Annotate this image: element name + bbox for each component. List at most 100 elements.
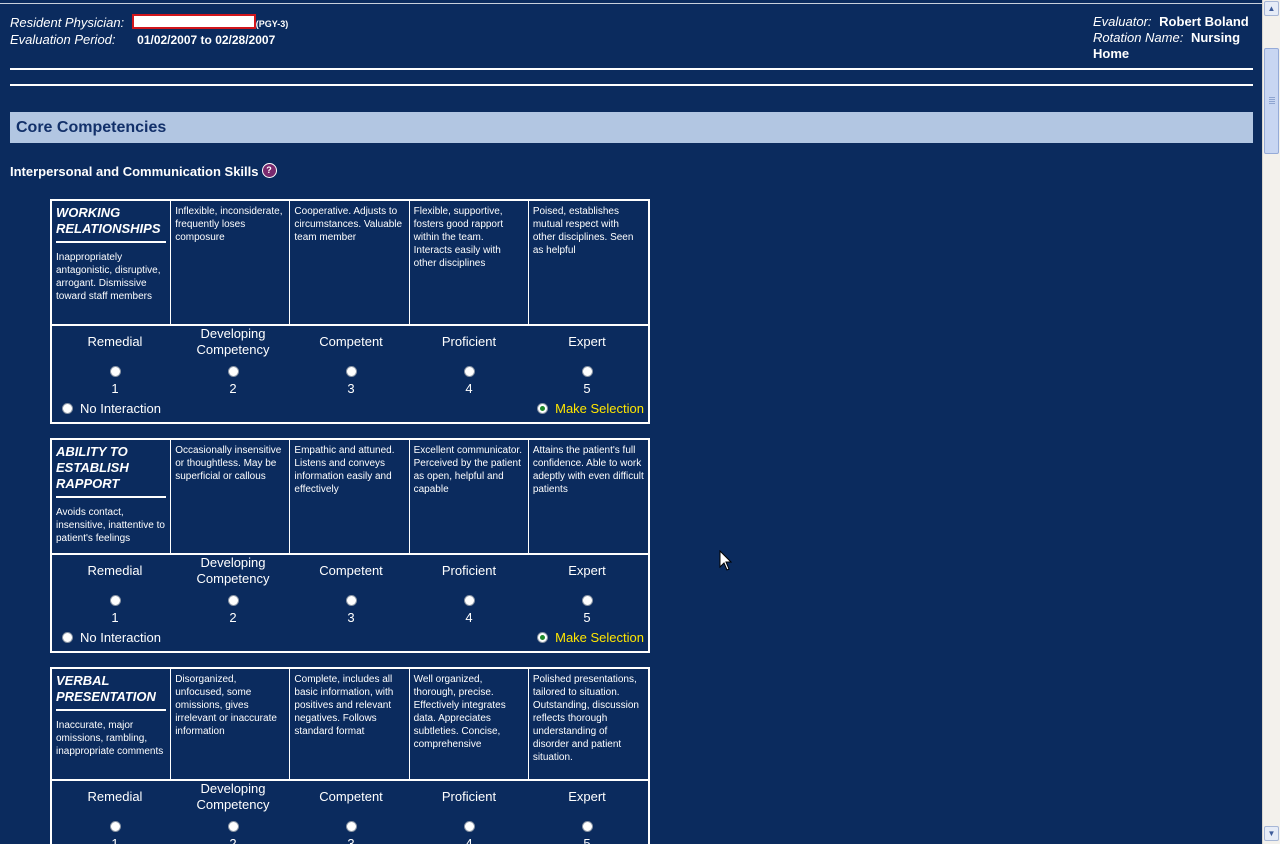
competency-title: ABILITY TO ESTABLISH RAPPORT (56, 444, 167, 498)
rating-label: Competent (319, 563, 383, 578)
subsection-title: Interpersonal and Communication Skills (10, 164, 259, 179)
rating-number: 3 (347, 610, 355, 625)
rating-label: Remedial (87, 334, 143, 349)
level-3-description: Empathic and attuned. Listens and convey… (290, 440, 410, 553)
subsection-title-row: Interpersonal and Communication Skills? (10, 163, 277, 181)
rating-number: 1 (111, 381, 119, 396)
rating-radio-5[interactable] (581, 595, 593, 606)
rating-label: Proficient (441, 789, 497, 804)
rating-label: Developing Competency (196, 326, 270, 357)
rating-number: 5 (583, 381, 591, 396)
resident-row: Resident Physician: (PGY-3) (10, 14, 288, 32)
level-1-description: Inappropriately antagonistic, disruptive… (56, 252, 161, 302)
scrollbar-thumb[interactable] (1264, 48, 1279, 154)
rating-radio-5[interactable] (581, 821, 593, 832)
rating-radio-3[interactable] (345, 366, 357, 377)
no-interaction-option[interactable]: No Interaction (62, 630, 161, 646)
level-3-description: Complete, includes all basic information… (290, 669, 410, 779)
rotation-row: Rotation Name: Nursing Home (1093, 30, 1253, 62)
redacted-name (131, 14, 256, 29)
help-icon[interactable]: ? (261, 163, 277, 178)
scroll-down-arrow-icon[interactable]: ▼ (1264, 826, 1279, 841)
rating-label: Competent (319, 334, 383, 349)
evaluator-row: Evaluator: Robert Boland (1093, 14, 1253, 30)
period-row: Evaluation Period: 01/02/2007 to 02/28/2… (10, 32, 288, 48)
description-row: VERBAL PRESENTATION Inaccurate, major om… (52, 669, 648, 781)
rating-number: 3 (347, 836, 355, 844)
rating-row: Remedial 1 Developing Competency 2 Compete… (52, 555, 648, 651)
rating-label: Competent (319, 789, 383, 804)
no-interaction-radio[interactable] (62, 632, 73, 643)
vertical-scrollbar[interactable]: ▲ ▼ (1262, 0, 1280, 844)
make-selection-option[interactable]: Make Selection (537, 401, 644, 417)
rating-option-3: Competent 3 (292, 326, 410, 397)
rating-option-2: Developing Competency 2 (174, 326, 292, 397)
rating-number: 1 (111, 836, 119, 844)
resident-label: Resident Physician: (10, 15, 125, 30)
competency-title-cell: ABILITY TO ESTABLISH RAPPORT Avoids cont… (52, 440, 172, 553)
level-1-description: Avoids contact, insensitive, inattentive… (56, 507, 165, 544)
rating-option-3: Competent 3 (292, 555, 410, 626)
rating-option-4: Proficient 4 (410, 781, 528, 844)
header-divider (10, 68, 1253, 70)
level-4-description: Excellent communicator. Perceived by the… (410, 440, 529, 553)
level-4-description: Well organized, thorough, precise. Effec… (410, 669, 529, 779)
rating-option-3: Competent 3 (292, 781, 410, 844)
competency-ability-to-establish-rapport: ABILITY TO ESTABLISH RAPPORT Avoids cont… (50, 438, 650, 653)
rating-label: Expert (568, 334, 606, 349)
make-selection-radio[interactable] (537, 403, 549, 414)
level-2-description: Disorganized, unfocused, some omissions,… (171, 669, 291, 779)
rating-label: Developing Competency (196, 555, 270, 586)
rating-option-4: Proficient 4 (410, 555, 528, 626)
rating-option-5: Expert 5 (528, 555, 646, 626)
rating-number: 2 (229, 610, 237, 625)
level-2-description: Occasionally insensitive or thoughtless.… (171, 440, 291, 553)
scroll-up-arrow-icon[interactable]: ▲ (1264, 1, 1279, 16)
rating-radio-4[interactable] (463, 821, 475, 832)
rating-option-2: Developing Competency 2 (174, 781, 292, 844)
period-value: 01/02/2007 to 02/28/2007 (137, 33, 276, 47)
rating-label: Proficient (441, 334, 497, 349)
rating-number: 2 (229, 381, 237, 396)
rating-radio-3[interactable] (345, 595, 357, 606)
rating-label: Expert (568, 563, 606, 578)
rating-number: 1 (111, 610, 119, 625)
rating-option-1: Remedial 1 (56, 781, 174, 844)
level-5-description: Attains the patient's full confidence. A… (532, 445, 644, 495)
no-interaction-label: No Interaction (80, 630, 161, 645)
rating-number: 4 (465, 836, 473, 844)
rating-number: 4 (465, 610, 473, 625)
rating-number: 4 (465, 381, 473, 396)
no-interaction-radio[interactable] (62, 403, 73, 414)
rating-radio-3[interactable] (345, 821, 357, 832)
rating-radio-4[interactable] (463, 595, 475, 606)
level-5-description: Polished presentations, tailored to situ… (532, 674, 639, 763)
rating-radio-1[interactable] (109, 821, 121, 832)
rating-option-2: Developing Competency 2 (174, 555, 292, 626)
rating-radio-2[interactable] (227, 595, 239, 606)
no-interaction-option[interactable]: No Interaction (62, 401, 161, 417)
level-2-description: Inflexible, inconsiderate, frequently lo… (171, 201, 291, 324)
rating-radio-1[interactable] (109, 366, 121, 377)
make-selection-option[interactable]: Make Selection (537, 630, 644, 646)
page-content: Resident Physician: (PGY-3) Evaluation P… (0, 0, 1262, 844)
description-row: ABILITY TO ESTABLISH RAPPORT Avoids cont… (52, 440, 648, 555)
rating-radio-1[interactable] (109, 595, 121, 606)
rating-option-4: Proficient 4 (410, 326, 528, 397)
rating-radio-2[interactable] (227, 821, 239, 832)
rating-row: Remedial 1 Developing Competency 2 Compete… (52, 326, 648, 422)
rating-label: Developing Competency (196, 781, 270, 812)
competency-title: WORKING RELATIONSHIPS (56, 205, 167, 243)
rating-radio-4[interactable] (463, 366, 475, 377)
level-4-description: Flexible, supportive, fosters good rappo… (410, 201, 529, 324)
rating-row: Remedial 1 Developing Competency 2 Compete… (52, 781, 648, 844)
competency-title: VERBAL PRESENTATION (56, 673, 167, 711)
rating-radio-5[interactable] (581, 366, 593, 377)
make-selection-radio[interactable] (537, 632, 549, 643)
section-title: Core Competencies (10, 112, 1253, 143)
competency-title-cell: VERBAL PRESENTATION Inaccurate, major om… (52, 669, 172, 779)
make-selection-label: Make Selection (555, 630, 644, 645)
level-3-description: Cooperative. Adjusts to circumstances. V… (290, 201, 410, 324)
rating-radio-2[interactable] (227, 366, 239, 377)
no-interaction-label: No Interaction (80, 401, 161, 416)
